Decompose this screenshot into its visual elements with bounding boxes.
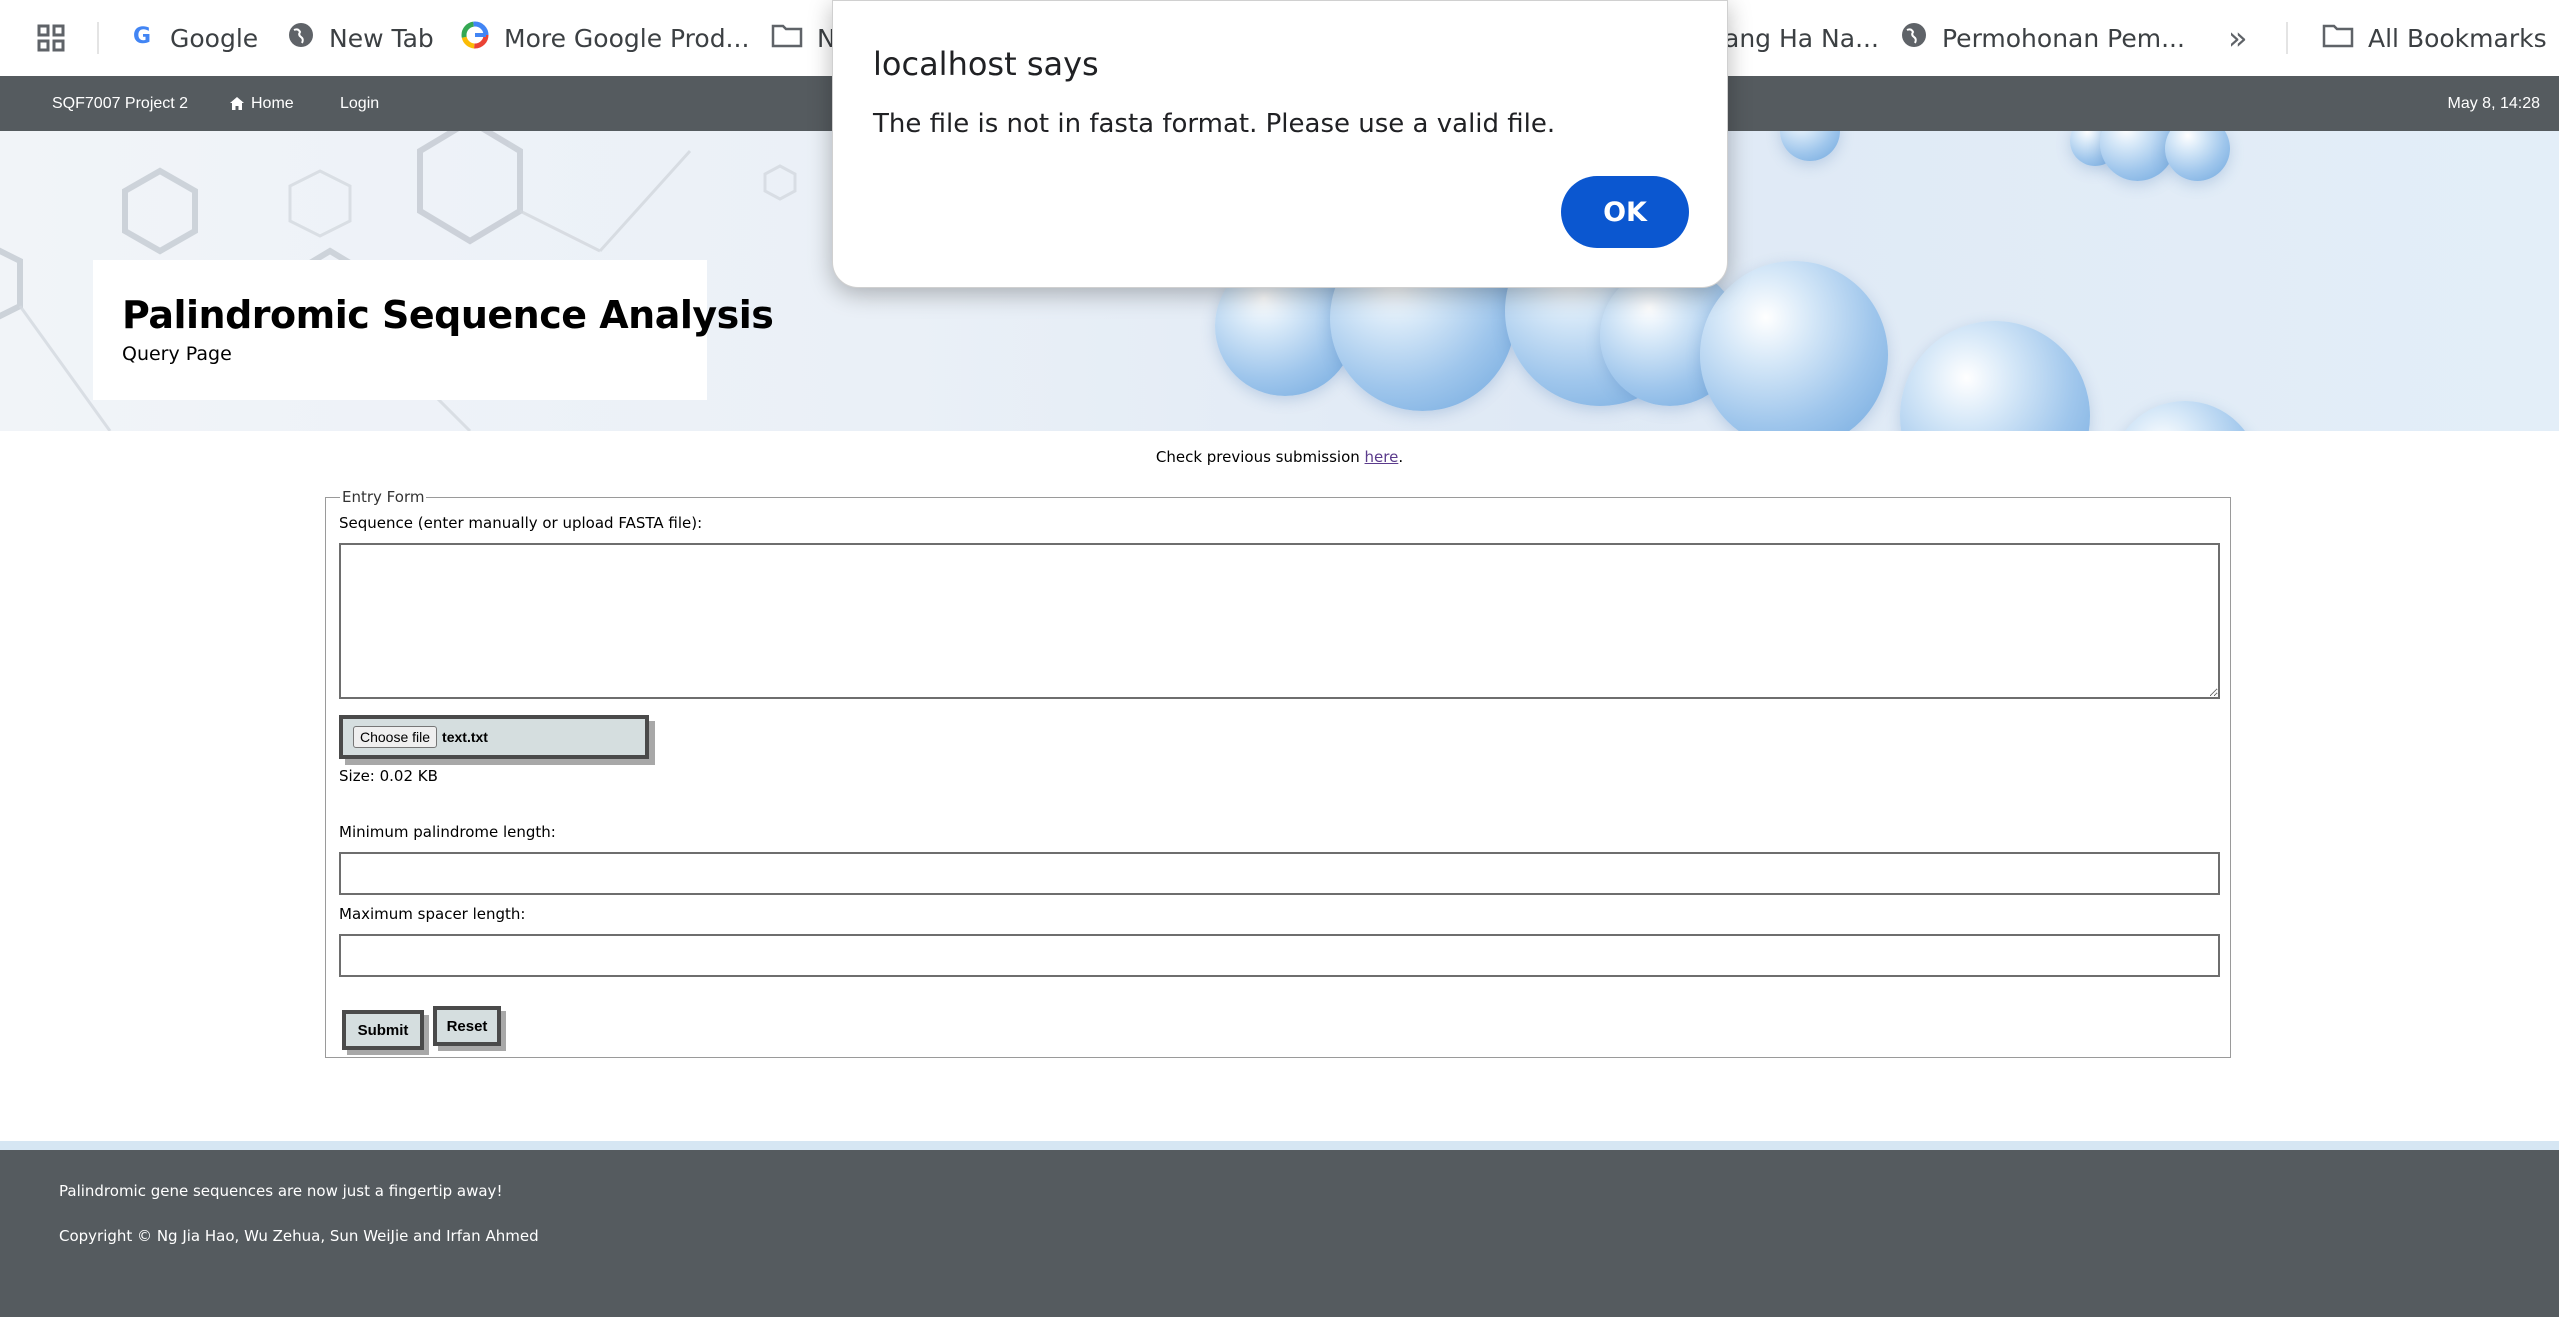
nav-home[interactable]: Home — [230, 76, 294, 131]
sequence-input[interactable] — [339, 543, 2220, 699]
file-upload: Choose file text.txt — [339, 715, 649, 759]
folder-icon — [2322, 22, 2354, 54]
bookmark-new-tab[interactable]: New Tab — [287, 0, 434, 76]
previous-submission-note: Check previous submission here. — [1155, 448, 1404, 466]
max-spacer-label: Maximum spacer length: — [339, 905, 526, 923]
nav-login[interactable]: Login — [340, 76, 379, 131]
max-spacer-input[interactable] — [339, 934, 2220, 977]
apps-grid-icon[interactable] — [36, 0, 66, 76]
dialog-ok-button[interactable]: OK — [1561, 176, 1689, 248]
nav-brand[interactable]: SQF7007 Project 2 — [52, 76, 188, 131]
submit-button[interactable]: Submit — [342, 1010, 424, 1050]
selected-file-name: text.txt — [442, 729, 488, 745]
file-size: Size: 0.02 KB — [339, 767, 438, 785]
globe-icon — [1900, 21, 1928, 55]
bubble-decoration — [2110, 401, 2260, 431]
entry-form-legend: Entry Form — [342, 488, 425, 506]
bookmark-permohonan[interactable]: Permohonan Pem... — [1900, 0, 2185, 76]
dialog-title: localhost says — [873, 45, 1099, 83]
title-card: Palindromic Sequence Analysis Query Page — [93, 260, 774, 400]
bubble-decoration — [2100, 131, 2175, 181]
choose-file-button[interactable]: Choose file — [353, 726, 438, 748]
sequence-label: Sequence (enter manually or upload FASTA… — [339, 514, 703, 532]
footer: Palindromic gene sequences are now just … — [0, 1150, 2559, 1317]
bookmarks-overflow-icon[interactable]: » — [2228, 0, 2248, 76]
min-length-label: Minimum palindrome length: — [339, 823, 556, 841]
footer-tagline: Palindromic gene sequences are now just … — [59, 1182, 503, 1200]
svg-text:G: G — [133, 24, 151, 48]
dialog-message: The file is not in fasta format. Please … — [873, 109, 1556, 139]
globe-icon — [287, 21, 315, 55]
all-bookmarks-button[interactable]: All Bookmarks — [2322, 0, 2547, 76]
bookmark-folder-n[interactable]: N — [771, 0, 836, 76]
footer-divider — [0, 1141, 2559, 1150]
bookmark-ang-ha-na[interactable]: ang Ha Na... — [1724, 0, 1879, 76]
bubble-decoration — [2165, 131, 2230, 181]
google-icon — [460, 20, 490, 56]
bubble-decoration — [1780, 131, 1840, 161]
google-icon: G — [130, 22, 156, 54]
bubble-decoration — [1900, 321, 2090, 431]
bubble-decoration — [1700, 261, 1888, 431]
nav-datetime: May 8, 14:28 — [2447, 94, 2541, 112]
footer-copyright: Copyright © Ng Jia Hao, Wu Zehua, Sun We… — [59, 1227, 539, 1245]
reset-button[interactable]: Reset — [433, 1006, 501, 1046]
home-icon — [230, 97, 244, 110]
min-length-input[interactable] — [339, 852, 2220, 895]
bookmark-google[interactable]: G Google — [130, 0, 258, 76]
previous-submission-link[interactable]: here — [1365, 448, 1399, 466]
alert-dialog: localhost says The file is not in fasta … — [832, 0, 1728, 288]
bookmark-more-google-products[interactable]: More Google Prod... — [460, 0, 749, 76]
page-subtitle: Query Page — [122, 343, 232, 365]
page-title: Palindromic Sequence Analysis — [122, 293, 774, 337]
folder-icon — [771, 22, 803, 54]
